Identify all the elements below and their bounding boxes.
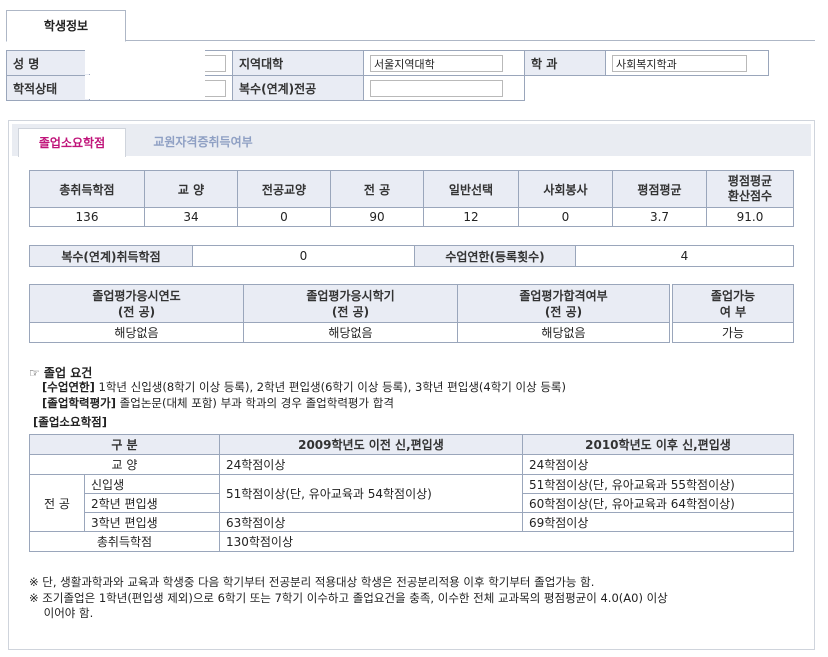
col-header: 교 양	[144, 170, 238, 208]
double-credit-label: 복수(연계)취득학점	[29, 245, 193, 267]
tab-divider	[6, 40, 815, 41]
dept-field[interactable]: 사회복지학과	[612, 54, 747, 72]
req-row-total: 총취득학점	[29, 531, 220, 552]
req-row-major: 전 공	[29, 474, 85, 532]
region-cell: 서울지역대학	[363, 50, 525, 76]
req-cell: 69학점이상	[521, 512, 795, 532]
exam-pass-header: 졸업평가합격여부 (전 공)	[457, 284, 670, 323]
status-label: 학적상태	[6, 75, 90, 101]
redacted-name	[85, 49, 205, 74]
double-major-label: 복수(연계)전공	[232, 75, 364, 101]
col-header: 전 공	[330, 170, 424, 208]
status-field[interactable]	[85, 74, 226, 99]
credit-value: 136	[29, 207, 145, 227]
col-header: 평점평균 환산점수	[706, 170, 794, 208]
req-cell: 24학점이상	[218, 454, 523, 475]
region-field[interactable]: 서울지역대학	[370, 54, 503, 72]
double-major-cell	[363, 75, 525, 101]
credit-value: 0	[518, 207, 613, 227]
credit-value: 12	[423, 207, 519, 227]
years-value: 4	[575, 245, 794, 267]
req-cell: 51학점이상(단, 유아교육과 55학점이상)	[521, 474, 795, 494]
dept-label: 학 과	[524, 50, 606, 76]
requirement-years-label: [수업연한]	[42, 380, 95, 394]
requirement-exam-text: 졸업논문(대체 포함) 부과 학과의 경우 졸업학력평가 합격	[116, 396, 394, 410]
req-cell: 60학점이상(단, 유아교육과 64학점이상)	[521, 493, 795, 513]
tab-student-info[interactable]: 학생정보	[6, 10, 126, 42]
name-cell	[85, 49, 233, 76]
years-label: 수업연한(등록횟수)	[414, 245, 576, 267]
graduation-possible-header: 졸업가능 여 부	[672, 284, 794, 323]
col-header: 사회봉사	[518, 170, 613, 208]
exam-semester-value: 해당없음	[243, 322, 458, 343]
col-header: 일반선택	[423, 170, 519, 208]
double-credit-table: 복수(연계)취득학점 0 수업연한(등록횟수) 4	[29, 245, 794, 267]
req-row-liberal: 교 양	[29, 454, 220, 475]
requirement-table: 구 분 2009학년도 이전 신,편입생 2010학년도 이후 신,편입생 교 …	[29, 434, 795, 552]
req-header-2009: 2009학년도 이전 신,편입생	[218, 434, 523, 455]
graduation-possible-value: 가능	[672, 322, 794, 343]
req-row-3rd: 3학년 편입생	[84, 512, 220, 532]
requirement-years: [수업연한] 1학년 신입생(8학기 이상 등록), 2학년 편입생(6학기 이…	[42, 379, 566, 395]
credit-value: 0	[237, 207, 331, 227]
exam-year-value: 해당없음	[29, 322, 244, 343]
requirement-exam: [졸업학력평가] 졸업논문(대체 포함) 부과 학과의 경우 졸업학력평가 합격	[42, 395, 394, 411]
tab-teacher-certificate[interactable]: 교원자격증취득여부	[128, 128, 278, 156]
name-field[interactable]	[85, 49, 226, 74]
name-label: 성 명	[6, 50, 90, 76]
double-credit-value: 0	[192, 245, 415, 267]
req-header-division: 구 분	[29, 434, 220, 455]
tab-graduation-credits[interactable]: 졸업소요학점	[18, 128, 126, 157]
req-cell: 24학점이상	[521, 454, 795, 475]
credit-value: 91.0	[706, 207, 794, 227]
exam-pass-value: 해당없음	[457, 322, 670, 343]
col-header: 평점평균	[612, 170, 707, 208]
region-label: 지역대학	[232, 50, 364, 76]
req-cell: 51학점이상(단, 유아교육과 54학점이상)	[218, 474, 523, 513]
exam-table: 졸업평가응시연도 (전 공) 졸업평가응시학기 (전 공) 졸업평가합격여부 (…	[29, 284, 670, 343]
requirements-section-label: [졸업소요학점]	[33, 415, 107, 429]
req-header-2010: 2010학년도 이후 신,편입생	[521, 434, 795, 455]
credits-table: 총취득학점 교 양 전공교양 전 공 일반선택 사회봉사 평점평균 평점평균 환…	[29, 170, 794, 227]
exam-semester-header: 졸업평가응시학기 (전 공)	[243, 284, 458, 323]
status-cell	[85, 74, 233, 101]
note-line: 이어야 함.	[29, 606, 94, 620]
req-cell: 63학점이상	[218, 512, 523, 532]
col-header: 전공교양	[237, 170, 331, 208]
req-row-new: 신입생	[84, 474, 220, 494]
credit-value: 90	[330, 207, 424, 227]
col-header: 총취득학점	[29, 170, 145, 208]
graduation-possible-table: 졸업가능 여 부 가능	[672, 284, 794, 343]
req-row-2nd: 2학년 편입생	[84, 493, 220, 513]
exam-year-header: 졸업평가응시연도 (전 공)	[29, 284, 244, 323]
note-line: ※ 조기졸업은 1학년(편입생 제외)으로 6학기 또는 7학기 이수하고 졸업…	[29, 591, 668, 605]
student-info-table: 성 명 지역대학 서울지역대학 학 과 사회복지학과 학적상태 복수(연계)전공	[6, 49, 769, 101]
requirement-years-text: 1학년 신입생(8학기 이상 등록), 2학년 편입생(6학기 이상 등록), …	[94, 380, 566, 394]
redacted-status	[85, 74, 205, 99]
dept-cell: 사회복지학과	[605, 50, 769, 76]
requirement-exam-label: [졸업학력평가]	[42, 396, 116, 410]
credit-value: 3.7	[612, 207, 707, 227]
double-major-field[interactable]	[370, 79, 503, 97]
req-cell: 130학점이상	[218, 531, 795, 552]
credit-value: 34	[144, 207, 238, 227]
note-line: ※ 단, 생활과학과와 교육과 학생중 다음 학기부터 전공분리 적용대상 학생…	[29, 575, 595, 589]
